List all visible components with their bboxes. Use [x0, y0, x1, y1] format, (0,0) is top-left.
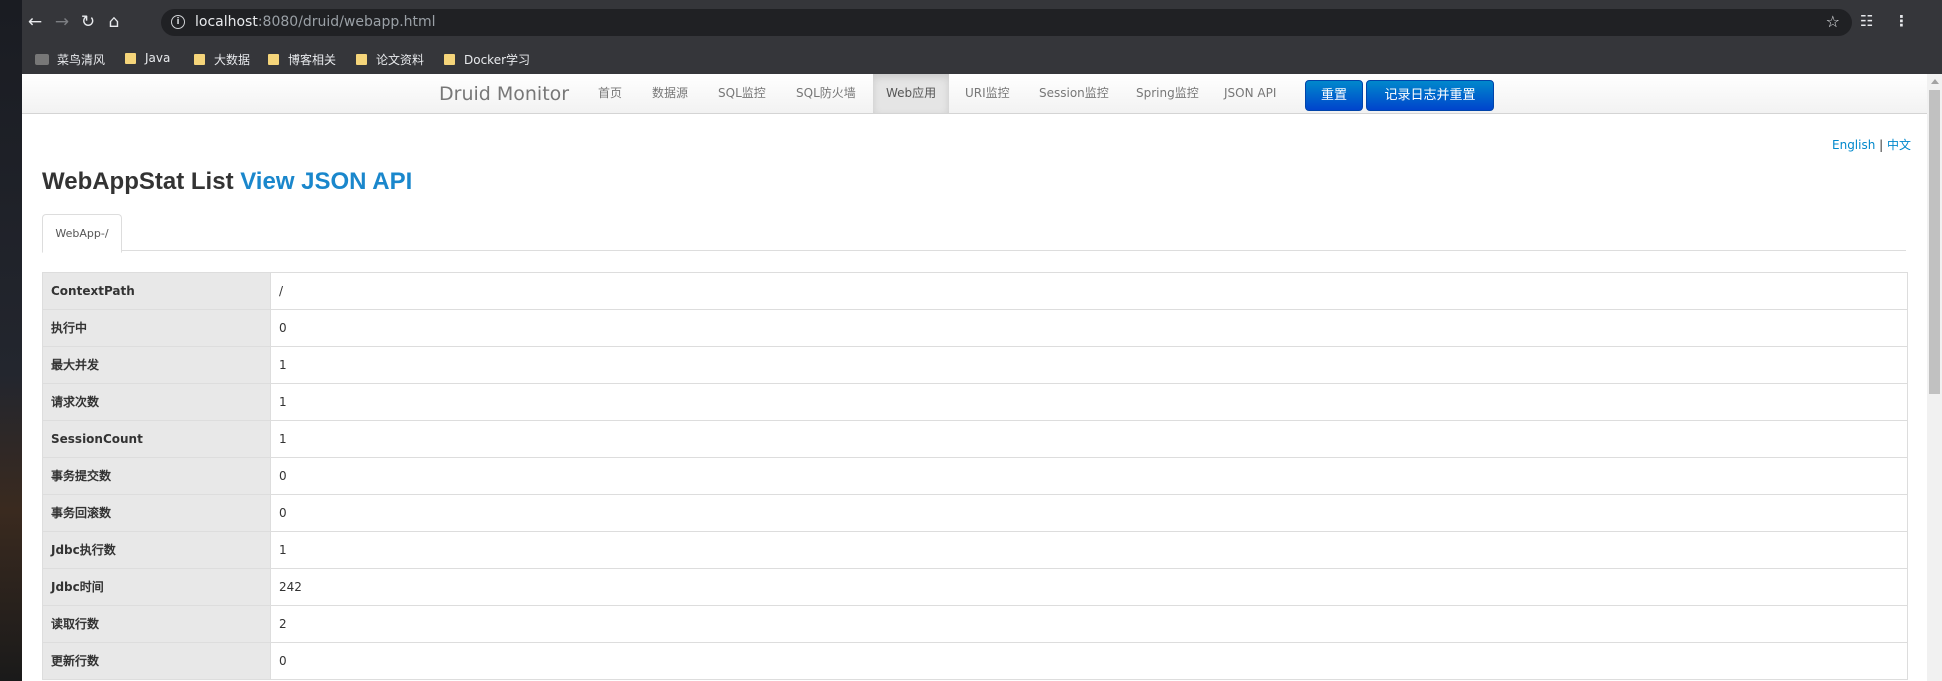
stat-value: 0 [279, 321, 287, 335]
address-bar[interactable]: i localhost:8080/druid/webapp.html ☆ [161, 9, 1852, 36]
reload-icon[interactable]: ↻ [77, 11, 99, 33]
table-row: 更新行数 0 [43, 643, 1907, 680]
table-row: 事务提交数 0 [43, 458, 1907, 495]
nav-uri-monitor[interactable]: URI监控 [965, 74, 1010, 113]
nav-webapp[interactable]: Web应用 [873, 74, 950, 113]
nav-sql-firewall[interactable]: SQL防火墙 [796, 74, 856, 113]
menu-dots-icon[interactable]: ⋮ [1894, 12, 1909, 30]
nav-session-monitor[interactable]: Session监控 [1039, 74, 1109, 113]
browser-toolbar: ← → ↻ ⌂ i localhost:8080/druid/webapp.ht… [22, 0, 1942, 46]
page-title-text: WebAppStat List [42, 168, 234, 195]
stat-key: Jdbc执行数 [43, 532, 271, 568]
stat-key: 读取行数 [43, 606, 271, 642]
desktop-background [0, 0, 22, 681]
apps-icon [35, 54, 49, 65]
tabs-divider [42, 250, 1906, 251]
stat-key: Jdbc时间 [43, 569, 271, 605]
forward-icon[interactable]: → [51, 11, 73, 33]
stat-value: 242 [279, 580, 302, 594]
brand-logo[interactable]: Druid Monitor [439, 83, 569, 105]
log-and-reset-button[interactable]: 记录日志并重置 [1366, 80, 1494, 111]
stat-key: 最大并发 [43, 347, 271, 383]
webapp-stat-table: ContextPath / 执行中 0 最大并发 1 请求次数 1 SessionCount 1 事… [42, 272, 1908, 680]
bookmark-folder[interactable]: Docker学习 [444, 51, 530, 68]
folder-icon [444, 54, 455, 65]
stat-key: SessionCount [43, 421, 271, 457]
view-json-api-link[interactable]: View JSON API [240, 168, 412, 195]
page-scrollbar[interactable] [1927, 74, 1942, 681]
language-switch: English | 中文 [1832, 136, 1911, 153]
folder-icon [194, 54, 205, 65]
table-row: 请求次数 1 [43, 384, 1907, 421]
bookmark-folder[interactable]: Java [125, 51, 170, 65]
table-row: ContextPath / [43, 273, 1907, 310]
stat-value: 0 [279, 469, 287, 483]
stat-value: / [279, 284, 284, 298]
scrollbar-thumb[interactable] [1929, 90, 1940, 394]
stat-value: 1 [279, 543, 287, 557]
stat-value: 2 [279, 617, 287, 631]
lang-chinese-link[interactable]: 中文 [1887, 138, 1911, 152]
url-host: localhost [195, 14, 258, 30]
url-path: :8080/druid/webapp.html [257, 14, 436, 30]
stat-key: ContextPath [43, 273, 271, 309]
lang-separator: | [1879, 138, 1884, 152]
reset-button[interactable]: 重置 [1305, 80, 1363, 111]
table-row: Jdbc时间 242 [43, 569, 1907, 606]
table-row: SessionCount 1 [43, 421, 1907, 458]
stat-key: 事务回滚数 [43, 495, 271, 531]
lang-english-link[interactable]: English [1832, 138, 1875, 152]
nav-home[interactable]: 首页 [598, 74, 622, 113]
table-row: Jdbc执行数 1 [43, 532, 1907, 569]
back-icon[interactable]: ← [24, 11, 46, 33]
stat-key: 执行中 [43, 310, 271, 346]
nav-spring-monitor[interactable]: Spring监控 [1136, 74, 1199, 113]
bookmarks-bar: 菜鸟清风 Java 大数据 博客相关 论文资料 Docker学习 [22, 46, 1942, 74]
folder-icon [356, 54, 367, 65]
scroll-up-icon[interactable] [1931, 79, 1939, 84]
folder-icon [268, 54, 279, 65]
top-navbar: Druid Monitor 首页 数据源 SQL监控 SQL防火墙 Web应用 … [22, 74, 1927, 114]
stat-key: 请求次数 [43, 384, 271, 420]
stat-value: 0 [279, 506, 287, 520]
table-row: 事务回滚数 0 [43, 495, 1907, 532]
nav-sql-monitor[interactable]: SQL监控 [718, 74, 766, 113]
stat-value: 1 [279, 358, 287, 372]
browser-window: ← → ↻ ⌂ i localhost:8080/druid/webapp.ht… [22, 0, 1942, 681]
url-text: localhost:8080/druid/webapp.html [195, 14, 436, 30]
druid-page: Druid Monitor 首页 数据源 SQL监控 SQL防火墙 Web应用 … [22, 74, 1927, 681]
bookmark-folder[interactable]: 大数据 [194, 51, 250, 68]
bookmark-item[interactable]: 菜鸟清风 [35, 51, 105, 68]
table-row: 执行中 0 [43, 310, 1907, 347]
home-icon[interactable]: ⌂ [103, 11, 125, 33]
stat-value: 1 [279, 395, 287, 409]
bookmark-folder[interactable]: 论文资料 [356, 51, 424, 68]
stat-key: 更新行数 [43, 643, 271, 679]
table-row: 最大并发 1 [43, 347, 1907, 384]
tab-webapp[interactable]: WebApp-/ [42, 214, 122, 253]
nav-datasource[interactable]: 数据源 [652, 74, 688, 113]
folder-icon [125, 52, 136, 64]
bookmark-star-icon[interactable]: ☆ [1826, 12, 1840, 31]
stat-value: 0 [279, 654, 287, 668]
stat-key: 事务提交数 [43, 458, 271, 494]
table-row: 读取行数 2 [43, 606, 1907, 643]
site-info-icon[interactable]: i [171, 15, 185, 29]
page-title: WebAppStat List View JSON API [42, 168, 412, 196]
extension-icon[interactable]: ☷ [1860, 12, 1873, 30]
stat-value: 1 [279, 432, 287, 446]
bookmark-folder[interactable]: 博客相关 [268, 51, 336, 68]
nav-json-api[interactable]: JSON API [1224, 74, 1276, 113]
